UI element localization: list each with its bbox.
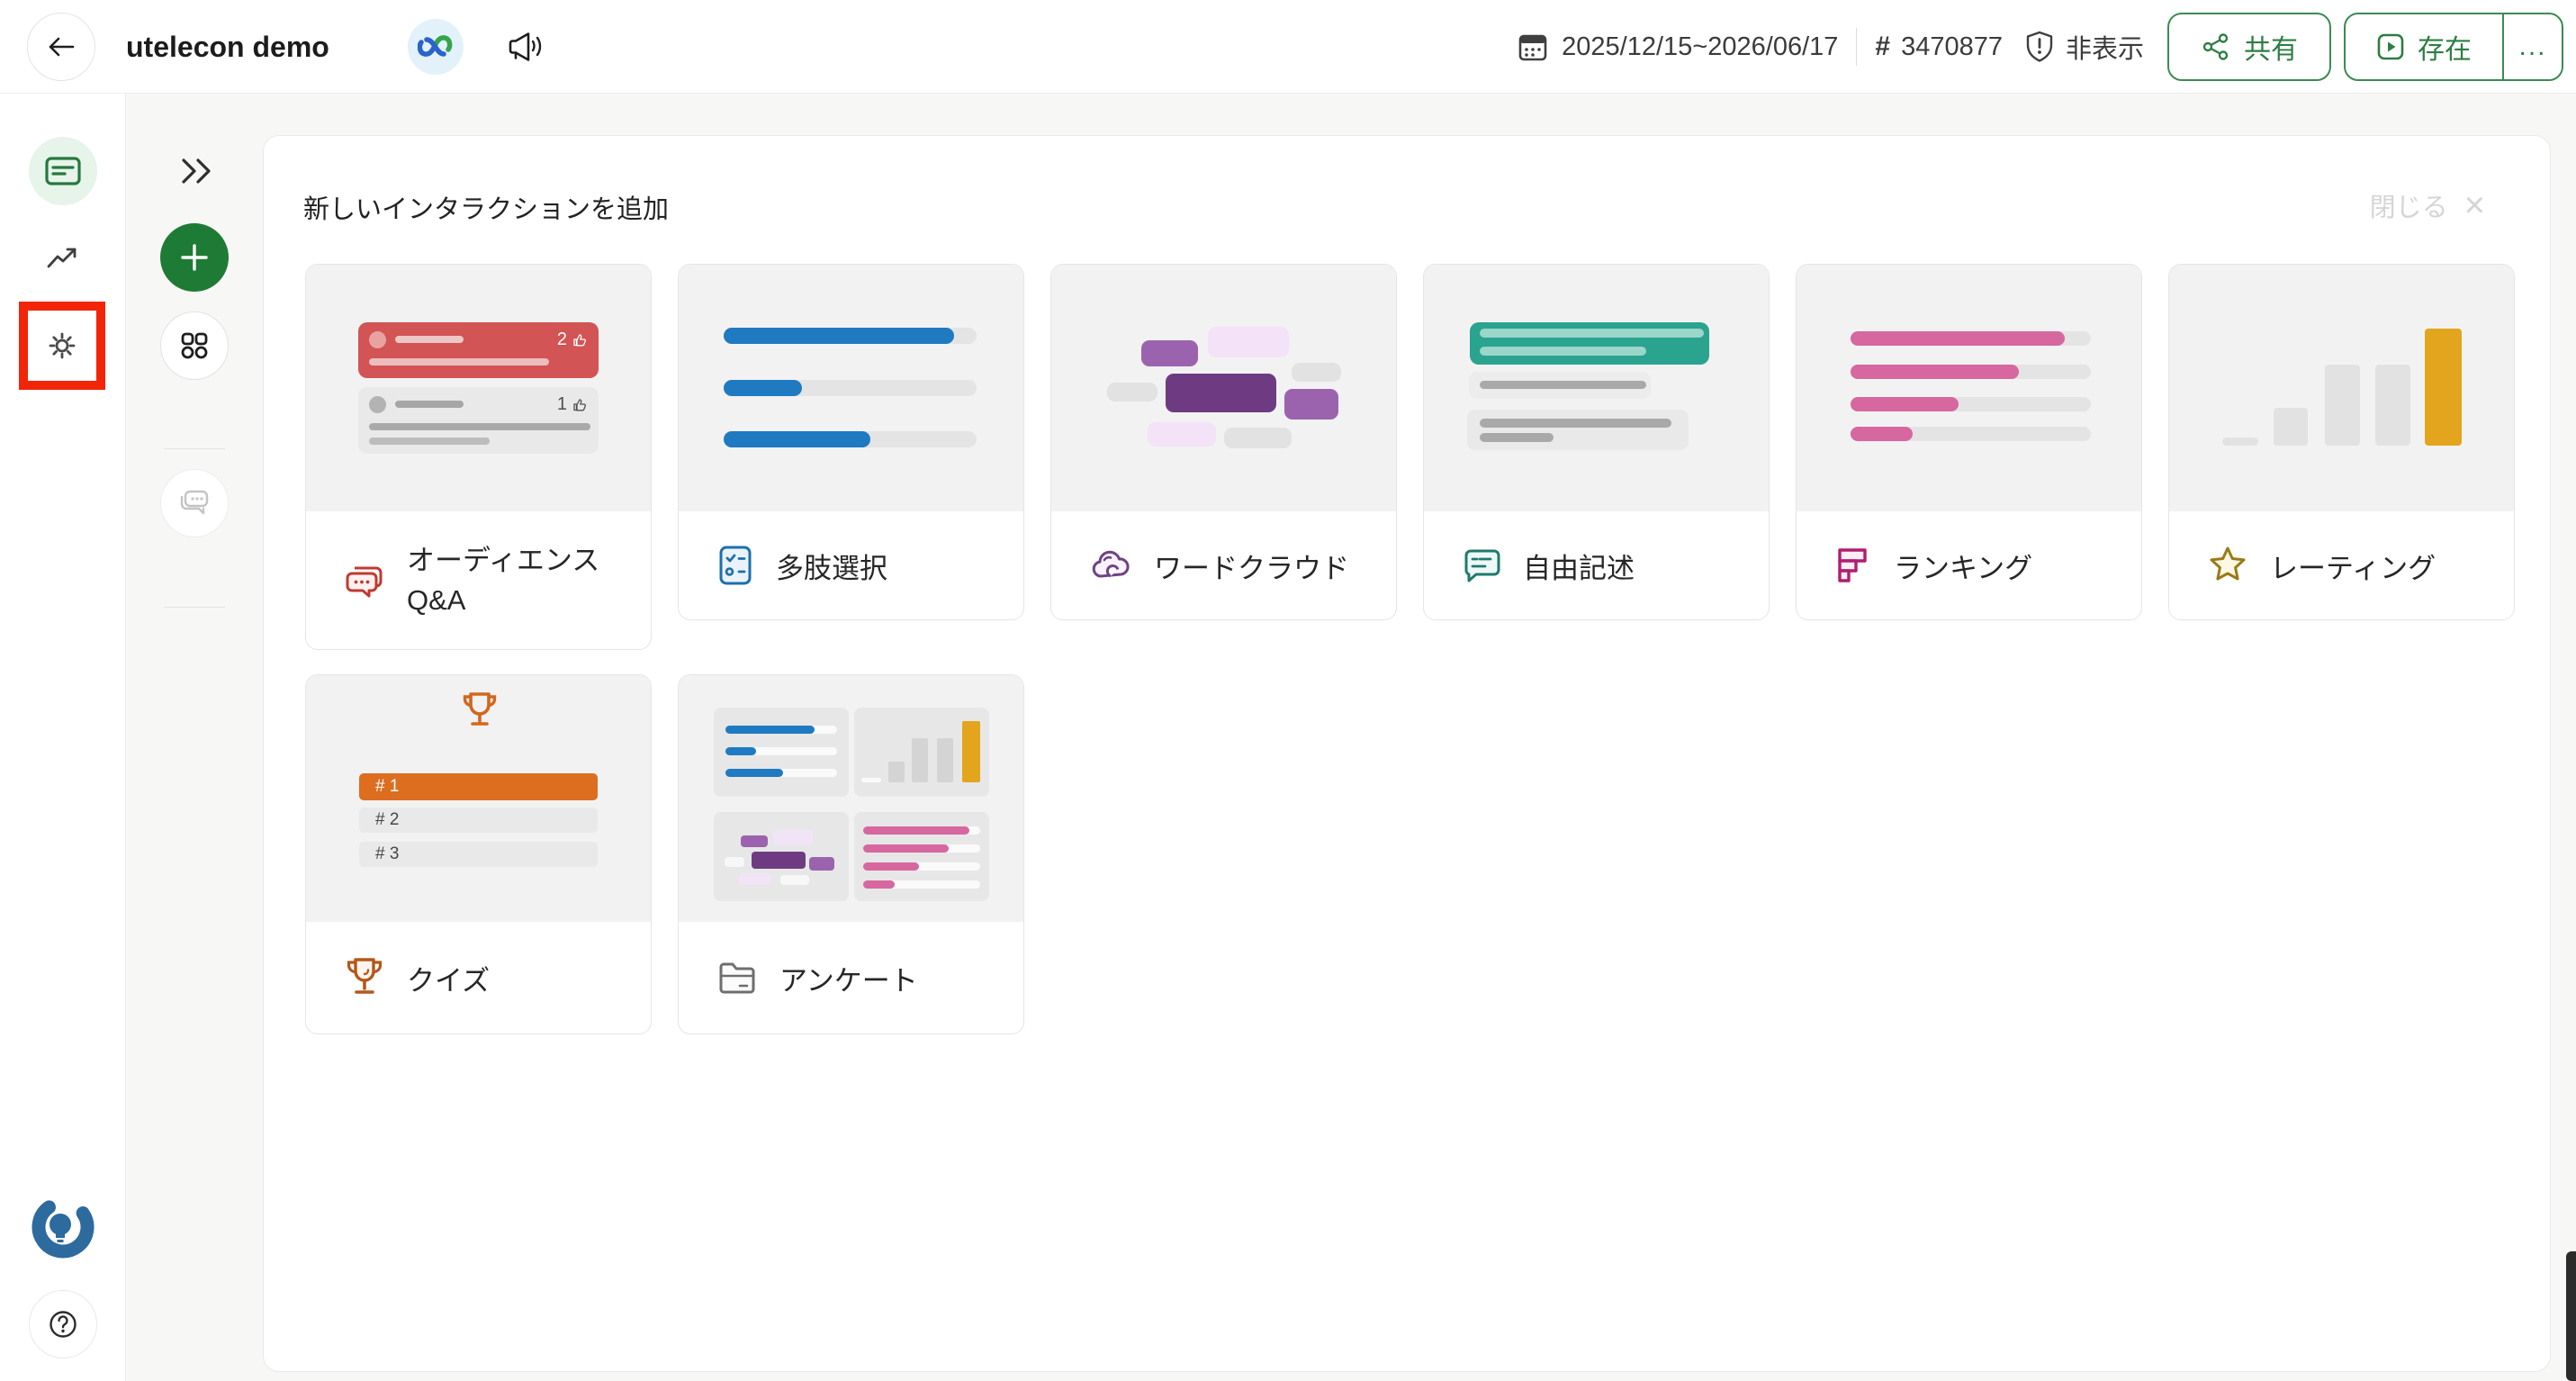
chat-bubbles-icon [176,487,212,519]
card-multiple-choice[interactable]: 多肢選択 [678,264,1024,620]
grid-icon [179,330,210,361]
announce-button[interactable] [500,23,551,70]
visibility-status: 非表示 [2066,28,2144,66]
question-mark-icon [46,1307,80,1341]
quiz-rank-3: # 3 [359,842,598,867]
present-button[interactable]: 存在 [2346,14,2502,79]
quiz-rank-1: # 1 [359,773,598,800]
plus-icon [178,241,211,274]
card-rating[interactable]: レーティング [2168,264,2515,620]
double-chevron-right-icon [176,155,216,187]
ellipsis-icon: ... [2518,32,2546,62]
card-label: ワードクラウド [1154,546,1349,586]
share-icon [2201,32,2231,62]
poll-card-icon [43,153,83,189]
card-label: レーティング [2270,546,2436,586]
thumbs-up-icon [572,332,588,348]
nav-analytics[interactable] [29,224,97,293]
share-button[interactable]: 共有 [2167,13,2331,81]
event-date-range: 2025/12/15~2026/06/17 [1562,32,1838,62]
qa-question-highlighted: 2 [358,322,599,378]
word-cloud-icon [1089,547,1132,583]
add-interaction-button[interactable] [160,223,229,292]
close-icon: × [2464,193,2485,218]
help-button[interactable] [29,1290,97,1358]
close-panel-button[interactable]: 閉じる × [2370,186,2485,224]
card-label: 多肢選択 [776,546,887,586]
add-interaction-panel: 新しいインタラクションを追加 閉じる × 2 1 [263,135,2551,1372]
gear-icon [44,328,80,364]
shield-alert-icon [2024,31,2055,63]
chat-button-disabled[interactable] [160,469,229,537]
present-split-button: 存在 ... [2344,13,2563,81]
calendar-icon [1517,31,1549,63]
multiple-choice-thumbnail [679,265,1023,511]
collapse-sidebar-button[interactable] [176,151,216,191]
header-right-group: 2025/12/15~2026/06/17 # 3470877 非表示 共有 [1517,0,2563,94]
card-open-text[interactable]: 自由記述 [1423,264,1770,620]
webex-logo-icon [418,33,454,60]
card-ranking[interactable]: ランキング [1796,264,2142,620]
annotation-highlight-box [19,302,105,390]
slido-logo-icon [29,1193,97,1261]
event-title: utelecon demo [126,0,329,94]
panel-title: 新しいインタラクションを追加 [303,188,669,226]
quiz-thumbnail: # 1 # 2 # 3 [306,675,651,922]
trophy-icon [344,956,385,999]
multiple-choice-icon [716,545,754,586]
qa-question-secondary: 1 [358,387,599,454]
card-label: オーディエンス Q&A [407,541,599,620]
card-audience-qa[interactable]: 2 1 [305,264,652,650]
rating-thumbnail [2169,265,2514,511]
toolbar-divider [164,448,225,449]
trophy-small-icon [461,690,499,733]
more-options-button[interactable]: ... [2502,14,2562,79]
event-code: 3470877 [1901,32,2003,62]
qa-icon [344,561,385,600]
top-header: utelecon demo [0,0,2576,94]
webex-integration-badge[interactable] [408,19,464,75]
share-button-label: 共有 [2244,27,2298,67]
card-label: クイズ [407,958,490,998]
survey-thumbnail [679,675,1023,922]
card-word-cloud[interactable]: ワードクラウド [1050,264,1397,620]
back-arrow-icon [46,34,77,59]
card-label: アンケート [779,958,918,998]
present-icon [2376,32,2405,61]
thumbs-up-icon [572,397,588,412]
card-survey[interactable]: アンケート [678,674,1024,1034]
card-label: ランキング [1894,546,2032,586]
star-icon [2207,546,2248,585]
back-button[interactable] [27,13,95,81]
vertical-scrollbar-thumb[interactable] [2566,1251,2576,1381]
toolbar-divider-2 [164,607,225,608]
qa-thumbnail: 2 1 [306,265,651,511]
ranking-thumbnail [1797,265,2141,511]
card-label: 自由記述 [1523,546,1635,586]
nav-interactions-active[interactable] [29,137,97,205]
open-text-icon [1462,546,1501,584]
interaction-cards-grid: 2 1 [305,264,2519,1034]
templates-button[interactable] [160,311,229,380]
folder-icon [716,960,758,996]
present-button-label: 存在 [2418,27,2472,67]
megaphone-icon [505,29,546,65]
slido-logo [29,1193,97,1261]
trending-up-icon [45,245,81,272]
header-divider [1856,28,1857,66]
hash-icon: # [1875,32,1890,62]
left-navigation-rail [0,94,126,1381]
card-quiz[interactable]: # 1 # 2 # 3 クイズ [305,674,652,1034]
word-cloud-thumbnail [1051,265,1396,511]
ranking-icon [1834,546,1872,584]
nav-settings[interactable] [28,311,96,381]
close-label: 閉じる [2370,186,2448,224]
quiz-rank-2: # 2 [359,808,598,833]
open-text-thumbnail [1424,265,1769,511]
